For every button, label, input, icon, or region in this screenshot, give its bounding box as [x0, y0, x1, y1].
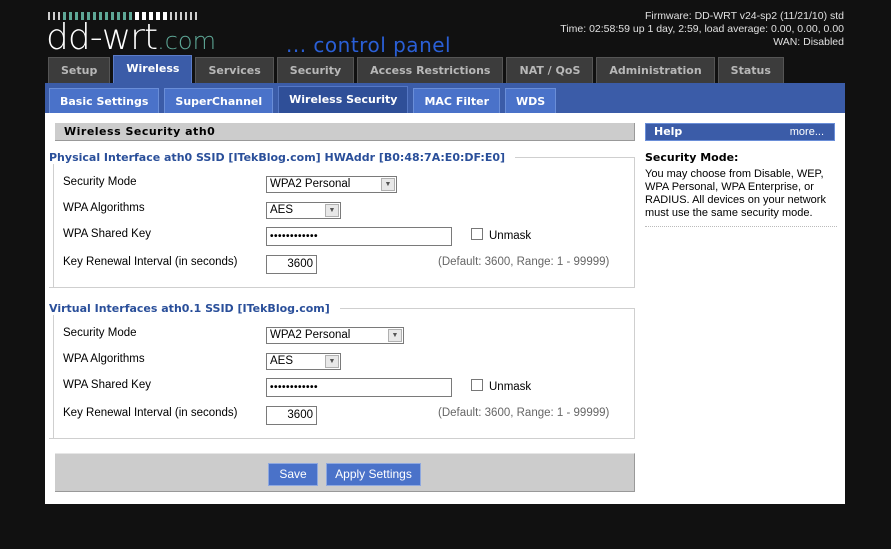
subtab-mac-filter[interactable]: MAC Filter [413, 88, 501, 113]
key-renewal-hint: (Default: 3600, Range: 1 - 99999) [438, 256, 610, 268]
security-mode-value: WPA2 Personal [270, 329, 351, 341]
wpa-algorithms-select[interactable]: AES ▼ [266, 353, 341, 370]
unmask-label: Unmask [489, 381, 532, 393]
shared-key-input[interactable]: •••••••••••• [266, 227, 452, 246]
chevron-down-icon: ▼ [388, 329, 402, 342]
wpa-algorithms-value: AES [270, 355, 294, 367]
security-mode-select[interactable]: WPA2 Personal ▼ [266, 327, 404, 344]
main-nav-tabs: Setup Wireless Services Security Access … [48, 55, 784, 83]
help-text: You may choose from Disable, WEP, WPA Pe… [645, 168, 837, 227]
unmask-checkbox[interactable] [471, 228, 483, 240]
security-mode-select[interactable]: WPA2 Personal ▼ [266, 176, 397, 193]
chevron-down-icon: ▼ [381, 178, 395, 191]
shared-key-label: WPA Shared Key [63, 228, 151, 240]
key-renewal-hint: (Default: 3600, Range: 1 - 99999) [438, 407, 610, 419]
security-mode-label: Security Mode [63, 176, 137, 188]
unmask-checkbox[interactable] [471, 379, 483, 391]
security-mode-value: WPA2 Personal [270, 178, 351, 190]
control-panel-subtitle: ... control panel [286, 33, 452, 57]
subtab-wds[interactable]: WDS [505, 88, 557, 113]
chevron-down-icon: ▼ [325, 204, 339, 217]
sub-nav-bar: Basic Settings SuperChannel Wireless Sec… [45, 83, 845, 113]
uptime-load: Time: 02:58:59 up 1 day, 2:59, load aver… [560, 23, 844, 35]
subtab-superchannel[interactable]: SuperChannel [164, 88, 274, 113]
shared-key-input[interactable]: •••••••••••• [266, 378, 452, 397]
section-title: Wireless Security ath0 [55, 123, 635, 141]
shared-key-label: WPA Shared Key [63, 379, 151, 391]
wpa-algorithms-select[interactable]: AES ▼ [266, 202, 341, 219]
help-more-link[interactable]: more... [790, 124, 824, 140]
key-renewal-label: Key Renewal Interval (in seconds) [63, 407, 238, 419]
tab-administration[interactable]: Administration [596, 57, 715, 83]
wpa-algorithms-label: WPA Algorithms [63, 353, 145, 365]
help-title: Help [654, 125, 683, 138]
tab-wireless[interactable]: Wireless [113, 55, 193, 83]
logo-domain: .com [157, 27, 216, 55]
firmware-version: Firmware: DD-WRT v24-sp2 (11/21/10) std [645, 10, 844, 22]
physical-interface-legend: Physical Interface ath0 SSID [ITekBlog.c… [49, 151, 516, 164]
tab-access-restrictions[interactable]: Access Restrictions [357, 57, 504, 83]
main-content: Wireless Security ath0 Physical Interfac… [45, 113, 845, 504]
wpa-algorithms-label: WPA Algorithms [63, 202, 145, 214]
subtab-basic-settings[interactable]: Basic Settings [49, 88, 160, 113]
apply-settings-button[interactable]: Apply Settings [326, 463, 421, 486]
virtual-interface-legend: Virtual Interfaces ath0.1 SSID [ITekBlog… [49, 302, 340, 315]
key-renewal-input[interactable]: 3600 [266, 255, 317, 274]
tab-setup[interactable]: Setup [48, 57, 111, 83]
tab-nat-qos[interactable]: NAT / QoS [506, 57, 594, 83]
subtab-wireless-security[interactable]: Wireless Security [278, 86, 409, 113]
tab-security[interactable]: Security [276, 57, 355, 83]
tab-status[interactable]: Status [717, 57, 784, 83]
unmask-label: Unmask [489, 230, 532, 242]
wan-status: WAN: Disabled [773, 36, 844, 48]
help-header: Help more... [645, 123, 835, 141]
security-mode-label: Security Mode [63, 327, 137, 339]
physical-interface-fieldset: Physical Interface ath0 SSID [ITekBlog.c… [49, 151, 635, 288]
help-subtitle: Security Mode: [645, 151, 739, 164]
tab-services[interactable]: Services [195, 57, 274, 83]
router-status-info: Firmware: DD-WRT v24-sp2 (11/21/10) std … [560, 10, 844, 49]
virtual-interface-fieldset: Virtual Interfaces ath0.1 SSID [ITekBlog… [49, 302, 635, 439]
logo-text: dd-wrt [46, 17, 158, 58]
chevron-down-icon: ▼ [325, 355, 339, 368]
key-renewal-input[interactable]: 3600 [266, 406, 317, 425]
key-renewal-label: Key Renewal Interval (in seconds) [63, 256, 238, 268]
action-button-bar: Save Apply Settings [55, 453, 635, 492]
save-button[interactable]: Save [268, 463, 318, 486]
wpa-algorithms-value: AES [270, 204, 294, 216]
